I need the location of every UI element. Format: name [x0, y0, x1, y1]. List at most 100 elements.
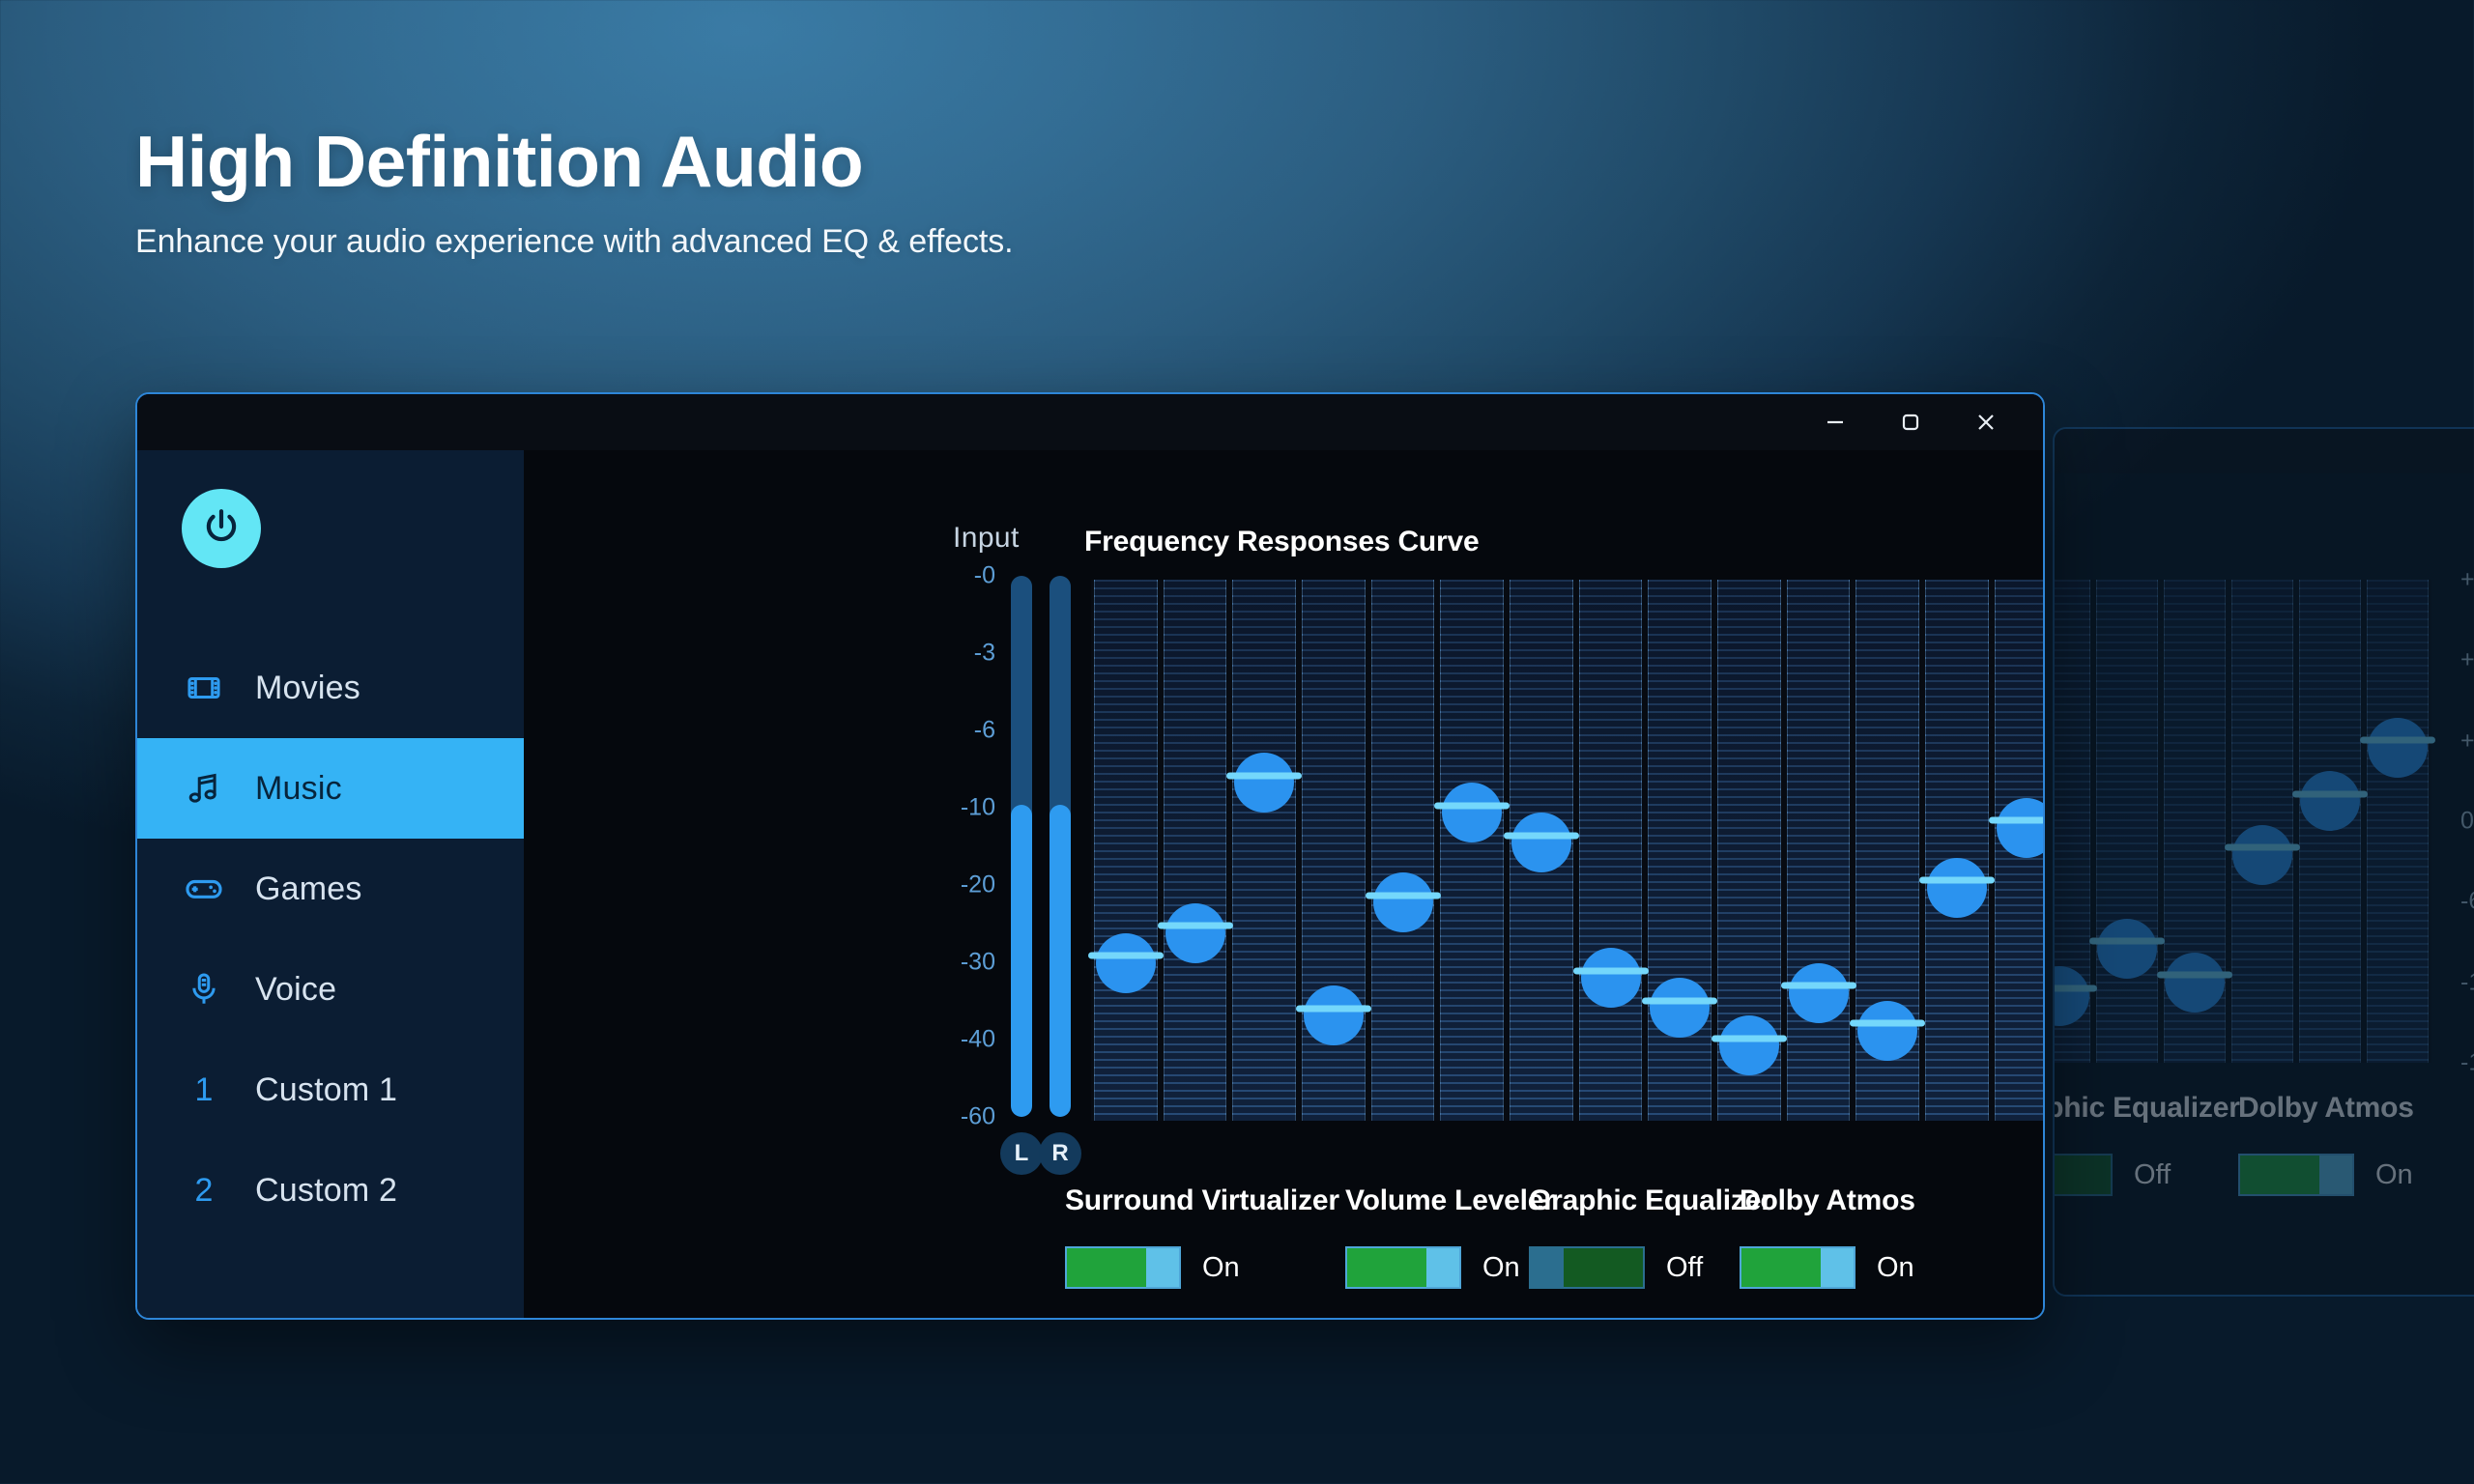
eq-band-thumb[interactable]	[1572, 948, 1649, 1009]
main-content: Input Frequency Responses Curve Output -…	[524, 450, 2043, 1318]
ghost-eq-band-thumb	[2360, 717, 2435, 778]
meter-tick-label: -60	[960, 1102, 995, 1130]
app-window: Movies Music Games Voice 1 Custom 1 2 Custom 2 …	[135, 392, 2045, 1320]
toggle-knob	[1426, 1248, 1459, 1287]
eq-band-thumb[interactable]	[1780, 962, 1856, 1023]
input-meter-bar-left	[1011, 576, 1032, 1117]
meter-tick-label: -3	[973, 639, 995, 667]
eq-band[interactable]	[1572, 580, 1649, 1121]
sidebar-nav: Movies Music Games Voice 1 Custom 1 2 Custom 2	[137, 638, 524, 1241]
eq-band[interactable]	[1780, 580, 1856, 1121]
sidebar-item-custom-1[interactable]: 1 Custom 1	[137, 1040, 524, 1140]
eq-band[interactable]	[1642, 580, 1718, 1121]
eq-band[interactable]	[1503, 580, 1579, 1121]
ghost-eq-band-thumb	[2157, 952, 2232, 1013]
eq-band-thumb[interactable]	[1988, 797, 2043, 858]
close-button[interactable]	[1950, 397, 2022, 447]
sidebar-item-number: 1	[194, 1070, 214, 1108]
ghost-eq-tick-label: +18dB	[2460, 565, 2474, 593]
power-button-wrap	[137, 489, 524, 568]
eq-band[interactable]	[1711, 580, 1787, 1121]
eq-band-thumb-cap	[1572, 967, 1649, 975]
effect-state-text: On	[1482, 1251, 1520, 1283]
microphone-icon	[182, 971, 226, 1008]
ghost-effect-group: Graphic Equalizer Off	[2055, 1092, 2240, 1196]
eq-band-thumb[interactable]	[1434, 783, 1510, 843]
eq-band-thumb-cap	[1988, 816, 2043, 824]
sidebar-item-label: Games	[255, 870, 362, 907]
eq-band[interactable]	[1918, 580, 1995, 1121]
ghost-eq-thumb-cap	[2157, 971, 2232, 979]
power-button[interactable]	[182, 489, 261, 568]
meter-tick-label: -10	[960, 793, 995, 821]
eq-band-thumb-cap	[1780, 982, 1856, 989]
eq-band-thumb[interactable]	[1642, 978, 1718, 1039]
input-meter-bar-right	[1050, 576, 1071, 1117]
effect-toggle-switch[interactable]	[1345, 1246, 1461, 1289]
eq-band[interactable]	[1157, 580, 1233, 1121]
effect-toggle-switch[interactable]	[1529, 1246, 1645, 1289]
eq-band-thumb-cap	[1087, 952, 1164, 959]
eq-band-thumb-cap	[1642, 997, 1718, 1005]
maximize-button[interactable]	[1875, 397, 1946, 447]
ghost-eq-band	[2055, 580, 2097, 1063]
eq-band-thumb-cap	[1365, 892, 1441, 899]
eq-band[interactable]	[1226, 580, 1303, 1121]
sidebar-item-custom-2[interactable]: 2 Custom 2	[137, 1140, 524, 1241]
ghost-eq-band	[2360, 580, 2435, 1063]
titlebar	[137, 394, 2043, 450]
toggle-knob	[1146, 1248, 1179, 1287]
eq-band-thumb[interactable]	[1295, 985, 1371, 1046]
effect-toggle-switch[interactable]	[1740, 1246, 1856, 1289]
sidebar-item-label: Custom 2	[255, 1171, 398, 1209]
sidebar-item-games[interactable]: Games	[137, 839, 524, 939]
music-note-icon	[182, 770, 226, 807]
eq-band-thumb-cap	[1850, 1019, 1926, 1027]
eq-band-thumb[interactable]	[1365, 872, 1441, 933]
ghost-eq-band-thumb	[2089, 918, 2165, 979]
sidebar-item-music[interactable]: Music	[137, 738, 524, 839]
ghost-eq-band-thumb	[2055, 965, 2097, 1026]
sidebar: Movies Music Games Voice 1 Custom 1 2 Custom 2	[137, 450, 524, 1318]
ghost-eq-thumb-cap	[2292, 790, 2368, 798]
sidebar-item-label: Custom 1	[255, 1070, 398, 1108]
effect-state-text: Off	[1666, 1251, 1704, 1283]
equalizer-plot[interactable]	[1087, 580, 2043, 1121]
eq-chart-title: Frequency Responses Curve	[1084, 526, 1480, 557]
toggle-knob	[1821, 1248, 1854, 1287]
eq-band-thumb[interactable]	[1711, 1015, 1787, 1076]
sidebar-item-voice[interactable]: Voice	[137, 939, 524, 1040]
eq-band-thumb[interactable]	[1918, 857, 1995, 918]
ghost-content: +18dB+12dB+6dB0dB-6dB-12dB-18dBLOutputGr…	[2055, 473, 2474, 1295]
film-icon	[182, 670, 226, 706]
ghost-eq-tick-label: 0dB	[2460, 807, 2474, 835]
effect-toggle-switch[interactable]	[1065, 1246, 1181, 1289]
ghost-eq-tick-label: +6dB	[2460, 727, 2474, 755]
ghost-eq-band	[2089, 580, 2165, 1063]
eq-band-thumb-cap	[1711, 1035, 1787, 1042]
eq-band-thumb-cap	[1918, 876, 1995, 884]
eq-band-thumb[interactable]	[1226, 753, 1303, 813]
eq-band[interactable]	[1988, 580, 2043, 1121]
eq-band[interactable]	[1434, 580, 1510, 1121]
eq-band[interactable]	[1365, 580, 1441, 1121]
ghost-eq-tick-label: -12dB	[2460, 968, 2474, 996]
ghost-eq-band	[2225, 580, 2300, 1063]
eq-band-thumb[interactable]	[1157, 902, 1233, 963]
power-icon	[201, 506, 242, 552]
meter-tick-label: -6	[973, 716, 995, 744]
eq-band[interactable]	[1087, 580, 1164, 1121]
effect-state-text: On	[1202, 1251, 1240, 1283]
eq-band[interactable]	[1295, 580, 1371, 1121]
ghost-effect-state: Off	[2134, 1158, 2172, 1190]
ghost-eq-thumb-cap	[2225, 843, 2300, 851]
minimize-button[interactable]	[1799, 397, 1871, 447]
sidebar-item-movies[interactable]: Movies	[137, 638, 524, 738]
sidebar-item-label: Movies	[255, 669, 360, 706]
ghost-effect-label: Dolby Atmos	[2238, 1092, 2414, 1124]
eq-band-thumb[interactable]	[1850, 1000, 1926, 1061]
eq-band-thumb[interactable]	[1503, 813, 1579, 873]
eq-band[interactable]	[1850, 580, 1926, 1121]
eq-band-thumb-cap	[1226, 772, 1303, 780]
eq-band-thumb[interactable]	[1087, 932, 1164, 993]
